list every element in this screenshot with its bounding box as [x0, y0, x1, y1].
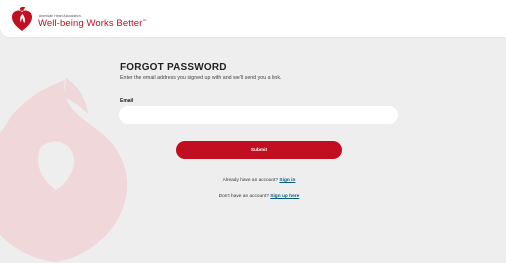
- signup-prompt: Don't have an account?: [218, 194, 269, 199]
- signin-link[interactable]: Sign in: [279, 178, 295, 183]
- site-header: American Heart Association. Well-being W…: [0, 0, 506, 37]
- submit-button[interactable]: Submit: [176, 141, 342, 159]
- page-subtitle: Enter the email address you signed up wi…: [120, 75, 282, 81]
- signin-prompt-line: Already have an account? Sign in: [130, 178, 388, 183]
- page-title: FORGOT PASSWORD: [120, 62, 227, 73]
- signin-prompt: Already have an account?: [222, 178, 279, 183]
- heart-torch-logo-icon[interactable]: [11, 6, 33, 32]
- background-heart-torch-graphic: [0, 78, 128, 262]
- email-field[interactable]: [119, 106, 398, 124]
- brand-tagline: Well-being Works Better™: [38, 18, 147, 29]
- signup-prompt-line: Don't have an account? Sign up here: [130, 194, 388, 199]
- signup-link[interactable]: Sign up here: [270, 194, 299, 199]
- email-label: Email: [120, 98, 134, 104]
